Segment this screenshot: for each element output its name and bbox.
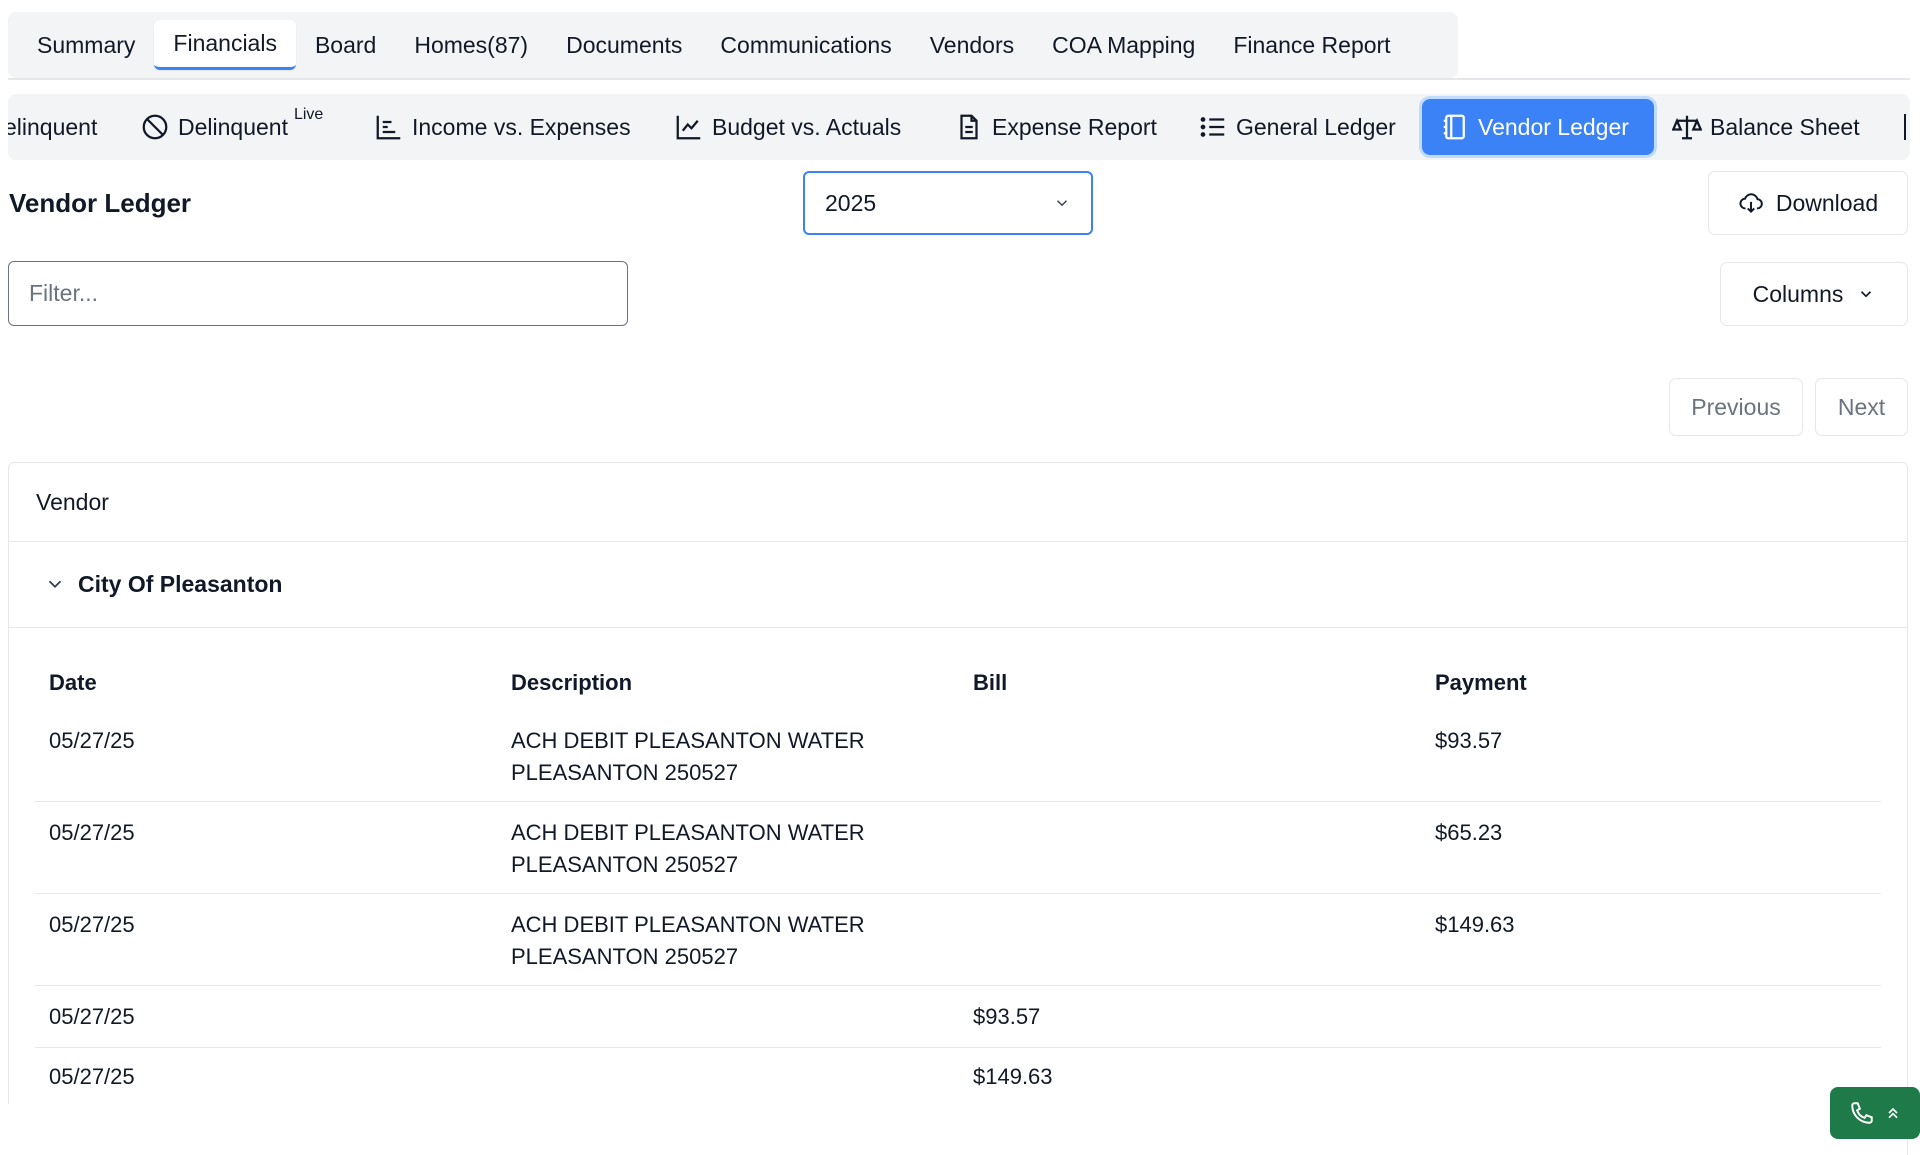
download-button[interactable]: Download (1708, 171, 1908, 235)
subtab-label: Balance Sheet (1710, 113, 1860, 140)
cell-description: ACH DEBIT PLEASANTON WATER PLEASANTON 25… (511, 817, 865, 881)
page-bottom-area (0, 1104, 1830, 1155)
col-header-payment: Payment (1435, 670, 1527, 695)
description-line: PLEASANTON 250527 (511, 760, 739, 785)
col-header-description: Description (511, 670, 633, 695)
tab-financials[interactable]: Financials (154, 20, 296, 70)
subtab-label: Budget vs. Actuals (712, 113, 902, 140)
cell-description: ACH DEBIT PLEASANTON WATER PLEASANTON 25… (511, 909, 865, 973)
subtab-delinquent-live[interactable]: Delinquent Live (140, 99, 323, 155)
chevron-down-icon (48, 580, 62, 589)
year-select[interactable]: 2025 (803, 171, 1093, 235)
cell-date: 05/27/25 (49, 1004, 135, 1029)
download-label: Download (1775, 189, 1879, 216)
chevron-down-icon (1861, 291, 1872, 298)
previous-button[interactable]: Previous (1669, 378, 1803, 436)
next-label: Next (1837, 393, 1886, 420)
tab-finance-report[interactable]: Finance Report (1214, 20, 1409, 70)
tab-communications[interactable]: Communications (701, 20, 910, 70)
cell-date: 05/27/25 (49, 728, 135, 753)
description-line: PLEASANTON 250527 (511, 852, 739, 877)
tab-summary[interactable]: Summary (18, 20, 154, 70)
cell-description: ACH DEBIT PLEASANTON WATER PLEASANTON 25… (511, 725, 865, 789)
cell-bill: $93.57 (973, 1004, 1041, 1029)
subtab-general-ledger[interactable]: General Ledger (1198, 99, 1396, 155)
subtab-label: Vendor Ledger (1478, 113, 1629, 140)
subtab-balance-sheet[interactable]: Balance Sheet (1672, 99, 1860, 155)
cell-bill: $149.63 (973, 1064, 1053, 1089)
tab-documents[interactable]: Documents (547, 20, 701, 70)
bar-chart-icon (376, 115, 401, 140)
line-chart-icon (676, 115, 701, 140)
vendor-column-header: Vendor (36, 489, 109, 515)
subtab-vendor-ledger[interactable]: Vendor Ledger (1422, 99, 1654, 155)
subtab-expense-report[interactable]: Expense Report (954, 99, 1157, 155)
vendor-ledger-table: Vendor City Of Pleasanton Date Descripti… (8, 462, 1908, 1155)
cell-date: 05/27/25 (49, 1064, 135, 1089)
row-divider (35, 985, 1881, 986)
description-line: ACH DEBIT PLEASANTON WATER (511, 912, 865, 937)
columns-label: Columns (1752, 280, 1844, 307)
vendor-group-row[interactable]: City Of Pleasanton (9, 541, 1907, 627)
tab-board[interactable]: Board (296, 20, 395, 70)
columns-button[interactable]: Columns (1720, 262, 1908, 326)
document-icon (960, 114, 978, 140)
overflow-indicator (1904, 114, 1906, 140)
financials-sub-tab-bar: elinquent Delinquent Live Income vs. Exp… (8, 94, 1910, 160)
year-select-value: 2025 (825, 189, 877, 216)
tab-divider (8, 78, 1910, 80)
page-title: Vendor Ledger (9, 188, 192, 218)
subtab-label: Income vs. Expenses (412, 113, 631, 140)
row-divider (35, 1047, 1881, 1048)
previous-label: Previous (1691, 393, 1781, 420)
scale-icon (1672, 115, 1702, 140)
subtab-income-expenses[interactable]: Income vs. Expenses (374, 99, 631, 155)
tab-coa-mapping[interactable]: COA Mapping (1033, 20, 1214, 70)
subtab-budget-actuals[interactable]: Budget vs. Actuals (674, 99, 901, 155)
next-button[interactable]: Next (1815, 378, 1908, 436)
subtab-label: Delinquent (178, 113, 288, 140)
filter-input[interactable] (8, 261, 628, 326)
description-line: PLEASANTON 250527 (511, 944, 739, 969)
phone-icon (1851, 1102, 1873, 1124)
cloud-download-icon (1739, 193, 1763, 214)
call-widget-button[interactable] (1830, 1087, 1920, 1139)
subtab-label: elinquent (8, 113, 98, 140)
cell-payment: $149.63 (1435, 912, 1515, 937)
vendor-name: City Of Pleasanton (78, 570, 283, 597)
row-divider (35, 893, 1881, 894)
tab-vendors[interactable]: Vendors (911, 20, 1033, 70)
row-divider (35, 801, 1881, 802)
list-icon (1200, 117, 1225, 137)
live-badge: Live (293, 106, 324, 123)
chevron-double-up-icon (1888, 1107, 1898, 1119)
col-header-date: Date (49, 670, 97, 695)
ban-icon (142, 114, 168, 140)
subtab-label: General Ledger (1236, 113, 1396, 140)
cell-date: 05/27/25 (49, 912, 135, 937)
subtab-label: Expense Report (992, 113, 1157, 140)
col-header-bill: Bill (973, 670, 1008, 695)
description-line: ACH DEBIT PLEASANTON WATER (511, 728, 865, 753)
cell-payment: $65.23 (1435, 820, 1503, 845)
divider (9, 627, 1907, 628)
description-line: ACH DEBIT PLEASANTON WATER (511, 820, 865, 845)
subtab-delinquent-partial[interactable]: elinquent (8, 99, 97, 155)
cell-date: 05/27/25 (49, 820, 135, 845)
notebook-icon (1443, 114, 1465, 140)
chevron-down-icon (1056, 200, 1068, 207)
tab-homes[interactable]: Homes(87) (395, 20, 547, 70)
cell-payment: $93.57 (1435, 728, 1503, 753)
top-tab-bar: Summary Financials Board Homes(87) Docum… (8, 12, 1458, 78)
